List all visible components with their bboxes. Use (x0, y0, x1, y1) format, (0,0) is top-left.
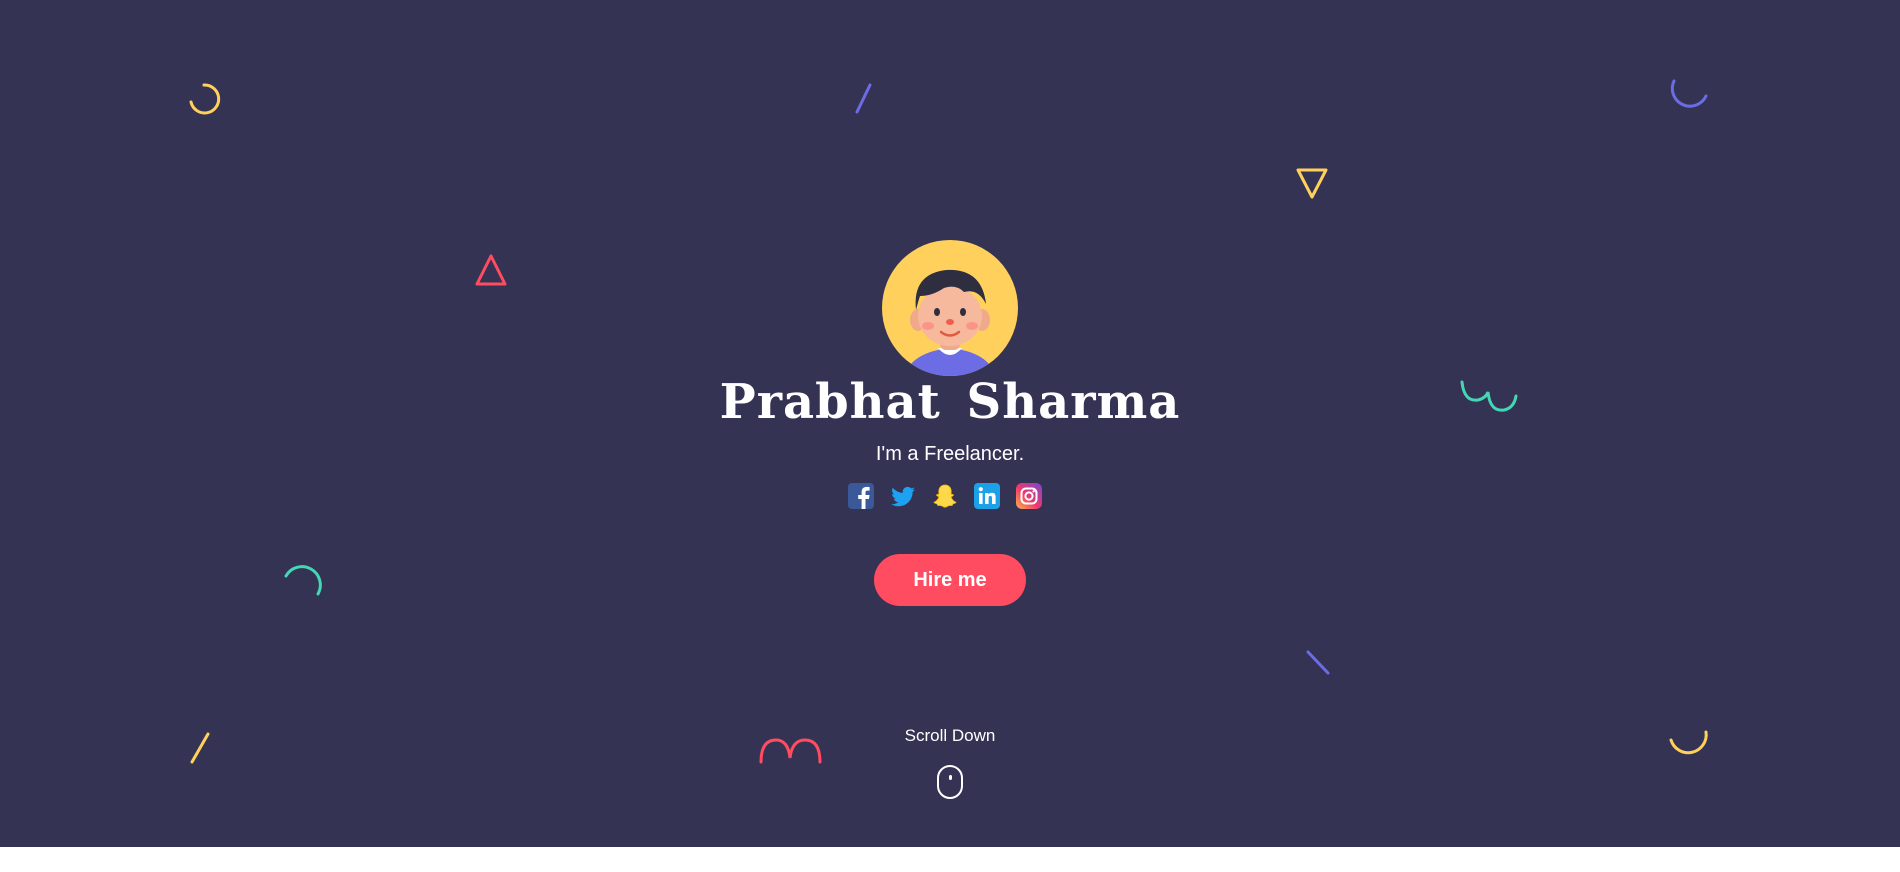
twitter-link[interactable] (889, 482, 917, 510)
hero-tagline: I'm a Freelancer. (875, 443, 1025, 465)
yellow-triangle-shape (1296, 168, 1328, 199)
hero-name: Prabhat Sharma (719, 374, 1181, 430)
red-triangle-shape (475, 254, 507, 286)
hire-me-button[interactable]: Hire me (874, 554, 1026, 606)
instagram-link[interactable] (1015, 482, 1043, 510)
snapchat-link[interactable] (931, 482, 959, 510)
social-links (847, 482, 1043, 510)
linkedin-icon (974, 483, 1000, 509)
mouse-wheel-dot (949, 775, 952, 780)
facebook-link[interactable] (847, 482, 875, 510)
scroll-down-label[interactable]: Scroll Down (0, 726, 1900, 746)
purple-slash-shape (855, 83, 872, 114)
yellow-arc-shape (189, 83, 221, 115)
avatar-illustration (904, 269, 996, 376)
snapchat-icon (933, 484, 957, 508)
twitter-icon (891, 486, 915, 507)
linkedin-link[interactable] (973, 482, 1001, 510)
teal-arc-shape (284, 565, 322, 596)
hero-section: Prabhat Sharma I'm a Freelancer. Hire me… (0, 0, 1900, 847)
purple-arc-shape (1670, 79, 1708, 108)
facebook-icon (848, 483, 874, 509)
avatar (882, 240, 1018, 376)
purple-backslash-shape (1306, 650, 1330, 675)
instagram-icon (1016, 483, 1042, 509)
mouse-scroll-icon[interactable] (937, 765, 963, 799)
